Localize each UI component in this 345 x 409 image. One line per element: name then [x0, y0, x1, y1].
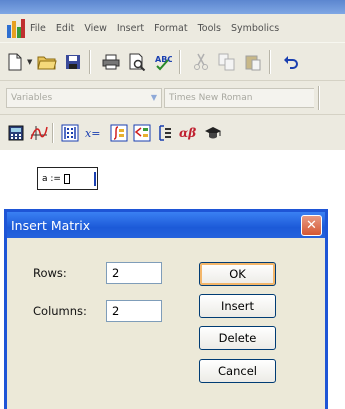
menu-insert[interactable]: Insert	[117, 23, 144, 34]
columns-label: Columns:	[33, 304, 87, 318]
evaluation-toolbar-icon[interactable]: x=	[83, 123, 103, 143]
app-title-bar	[0, 0, 345, 14]
toolbar-separator	[52, 122, 54, 143]
graph-toolbar-icon[interactable]	[29, 123, 49, 143]
greek-toolbar-label: αβ	[179, 126, 196, 140]
font-select[interactable]: Times New Roman	[164, 87, 314, 108]
calculator-toolbar-icon[interactable]	[6, 123, 26, 143]
placeholder-box[interactable]	[63, 173, 70, 184]
print-icon[interactable]	[100, 51, 122, 73]
spell-check-icon[interactable]: ABC	[152, 51, 174, 73]
menu-format[interactable]: Format	[154, 23, 187, 34]
cut-icon[interactable]	[190, 51, 212, 73]
new-document-icon[interactable]	[4, 51, 26, 73]
toolbar-separator	[89, 49, 92, 74]
math-toolbar: x= αβ	[0, 114, 345, 150]
matrix-toolbar-icon[interactable]	[60, 123, 80, 143]
symbolic-toolbar-icon[interactable]	[203, 123, 223, 143]
dialog-title: Insert Matrix	[11, 217, 91, 233]
copy-icon[interactable]	[216, 51, 238, 73]
menu-bar: File Edit View Insert Format Tools Symbo…	[0, 14, 345, 42]
programming-toolbar-icon[interactable]	[155, 123, 175, 143]
menu-symbolics[interactable]: Symbolics	[231, 23, 279, 34]
menu-tools[interactable]: Tools	[198, 23, 221, 34]
formatting-toolbar: Variables ▼ Times New Roman	[0, 80, 345, 114]
close-icon[interactable]: ✕	[301, 215, 322, 236]
matrix-assignment-expression: a :=	[42, 173, 61, 184]
style-select[interactable]: Variables ▼	[6, 87, 162, 108]
toolbar-separator	[269, 49, 272, 74]
paste-icon[interactable]	[242, 51, 264, 73]
rows-label: Rows:	[33, 266, 67, 280]
toolbar-separator	[179, 49, 182, 74]
chevron-down-icon[interactable]: ▼	[147, 89, 161, 107]
print-preview-icon[interactable]	[126, 51, 148, 73]
dialog-title-bar[interactable]: Insert Matrix ✕	[7, 212, 325, 238]
columns-input[interactable]: 2	[106, 300, 162, 322]
insert-button[interactable]: Insert	[199, 294, 276, 318]
boolean-toolbar-icon[interactable]	[132, 123, 152, 143]
save-icon[interactable]	[62, 51, 84, 73]
font-select-value: Times New Roman	[169, 92, 253, 103]
ok-button[interactable]: OK	[199, 262, 276, 286]
text-cursor	[94, 172, 96, 186]
open-folder-icon[interactable]	[36, 51, 58, 73]
greek-toolbar-icon[interactable]: αβ	[178, 123, 200, 143]
menu-view[interactable]: View	[84, 23, 107, 34]
calculus-toolbar-icon[interactable]	[109, 123, 129, 143]
insert-matrix-dialog: Insert Matrix ✕ Rows: 2 Columns: 2 OK In…	[4, 209, 328, 409]
standard-toolbar: ▼ ABC	[0, 42, 345, 80]
undo-icon[interactable]	[280, 51, 302, 73]
delete-button[interactable]: Delete	[199, 326, 276, 350]
rows-input[interactable]: 2	[106, 262, 162, 284]
menu-file[interactable]: File	[30, 23, 46, 34]
cancel-button[interactable]: Cancel	[199, 359, 276, 383]
new-document-dropdown-icon[interactable]: ▼	[27, 58, 32, 66]
toolbar-separator	[318, 85, 320, 110]
menu-edit[interactable]: Edit	[56, 23, 74, 34]
evaluation-toolbar-label: x=	[85, 127, 100, 140]
mathcad-app-icon[interactable]	[6, 17, 26, 39]
svg-text:ABC: ABC	[155, 55, 172, 64]
math-region[interactable]: a :=	[37, 167, 98, 190]
style-select-value: Variables	[11, 92, 53, 103]
